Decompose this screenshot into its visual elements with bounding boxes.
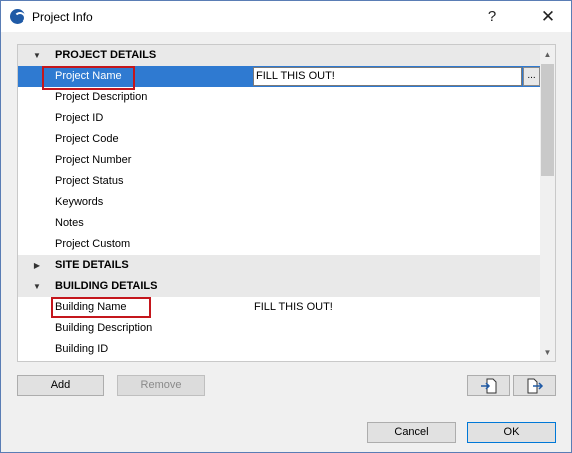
more-options-button[interactable]: ... bbox=[523, 67, 540, 86]
group-row[interactable]: ▼ BUILDING DETAILS bbox=[18, 276, 540, 297]
property-label: Project Number bbox=[55, 154, 132, 166]
property-value-input[interactable]: FILL THIS OUT! bbox=[253, 67, 522, 86]
property-row[interactable]: Keywords bbox=[18, 192, 540, 213]
property-label: Keywords bbox=[55, 196, 104, 208]
property-value[interactable]: FILL THIS OUT! bbox=[254, 297, 333, 318]
property-row[interactable]: Project Name FILL THIS OUT!... bbox=[18, 66, 540, 87]
property-label: Notes bbox=[55, 217, 84, 229]
cancel-button[interactable]: Cancel bbox=[367, 422, 456, 443]
group-row[interactable]: ▼ PROJECT DETAILS bbox=[18, 45, 540, 66]
group-label: SITE DETAILS bbox=[55, 259, 129, 271]
tree-scrollbar[interactable]: ▲ ▼ bbox=[540, 45, 555, 361]
scroll-up-icon[interactable]: ▲ bbox=[540, 47, 555, 62]
remove-button[interactable]: Remove bbox=[117, 375, 205, 396]
property-row[interactable]: Project Status bbox=[18, 171, 540, 192]
property-row[interactable]: Project Code bbox=[18, 129, 540, 150]
expanded-caret-icon[interactable]: ▼ bbox=[32, 45, 42, 66]
property-row[interactable]: Notes bbox=[18, 213, 540, 234]
property-label: Project Name bbox=[55, 70, 122, 82]
export-button[interactable] bbox=[513, 375, 556, 396]
import-icon bbox=[480, 378, 496, 393]
property-label: Project Custom bbox=[55, 238, 131, 250]
group-label: PROJECT DETAILS bbox=[55, 49, 157, 61]
scroll-thumb[interactable] bbox=[541, 64, 554, 176]
import-button[interactable] bbox=[467, 375, 510, 396]
property-row[interactable]: Project ID bbox=[18, 108, 540, 129]
info-tree-panel: ▼ PROJECT DETAILS Project Name FILL THIS OU… bbox=[17, 44, 556, 362]
group-row[interactable]: ▶ SITE DETAILS bbox=[18, 255, 540, 276]
window-title: Project Info bbox=[32, 10, 93, 24]
help-button[interactable]: ? bbox=[469, 1, 515, 32]
property-label: Project Status bbox=[55, 175, 124, 187]
property-label: Building Name bbox=[55, 301, 127, 313]
export-icon bbox=[527, 378, 543, 393]
property-row[interactable]: Project Custom bbox=[18, 234, 540, 255]
property-row[interactable]: Project Description bbox=[18, 87, 540, 108]
title-bar: Project Info ? ✕ bbox=[1, 1, 571, 32]
collapsed-caret-icon[interactable]: ▶ bbox=[32, 255, 42, 276]
group-label: BUILDING DETAILS bbox=[55, 280, 158, 292]
scroll-down-icon[interactable]: ▼ bbox=[540, 345, 555, 360]
property-row[interactable]: Building ID bbox=[18, 339, 540, 360]
property-label: Project Code bbox=[55, 133, 119, 145]
property-label: Project ID bbox=[55, 112, 104, 124]
info-tree: ▼ PROJECT DETAILS Project Name FILL THIS OU… bbox=[18, 45, 540, 360]
property-label: Building ID bbox=[55, 343, 109, 355]
property-row[interactable]: Project Number bbox=[18, 150, 540, 171]
property-row[interactable]: Building Name FILL THIS OUT! bbox=[18, 297, 540, 318]
property-label: Project Description bbox=[55, 91, 148, 103]
expanded-caret-icon[interactable]: ▼ bbox=[32, 276, 42, 297]
property-row[interactable]: Building Description bbox=[18, 318, 540, 339]
archicad-logo-icon bbox=[10, 9, 26, 24]
close-button[interactable]: ✕ bbox=[525, 1, 571, 32]
add-button[interactable]: Add bbox=[17, 375, 104, 396]
ok-button[interactable]: OK bbox=[467, 422, 556, 443]
project-info-dialog: Project Info ? ✕ ▼ PROJECT DETAILS Project… bbox=[0, 0, 572, 453]
property-label: Building Description bbox=[55, 322, 153, 334]
